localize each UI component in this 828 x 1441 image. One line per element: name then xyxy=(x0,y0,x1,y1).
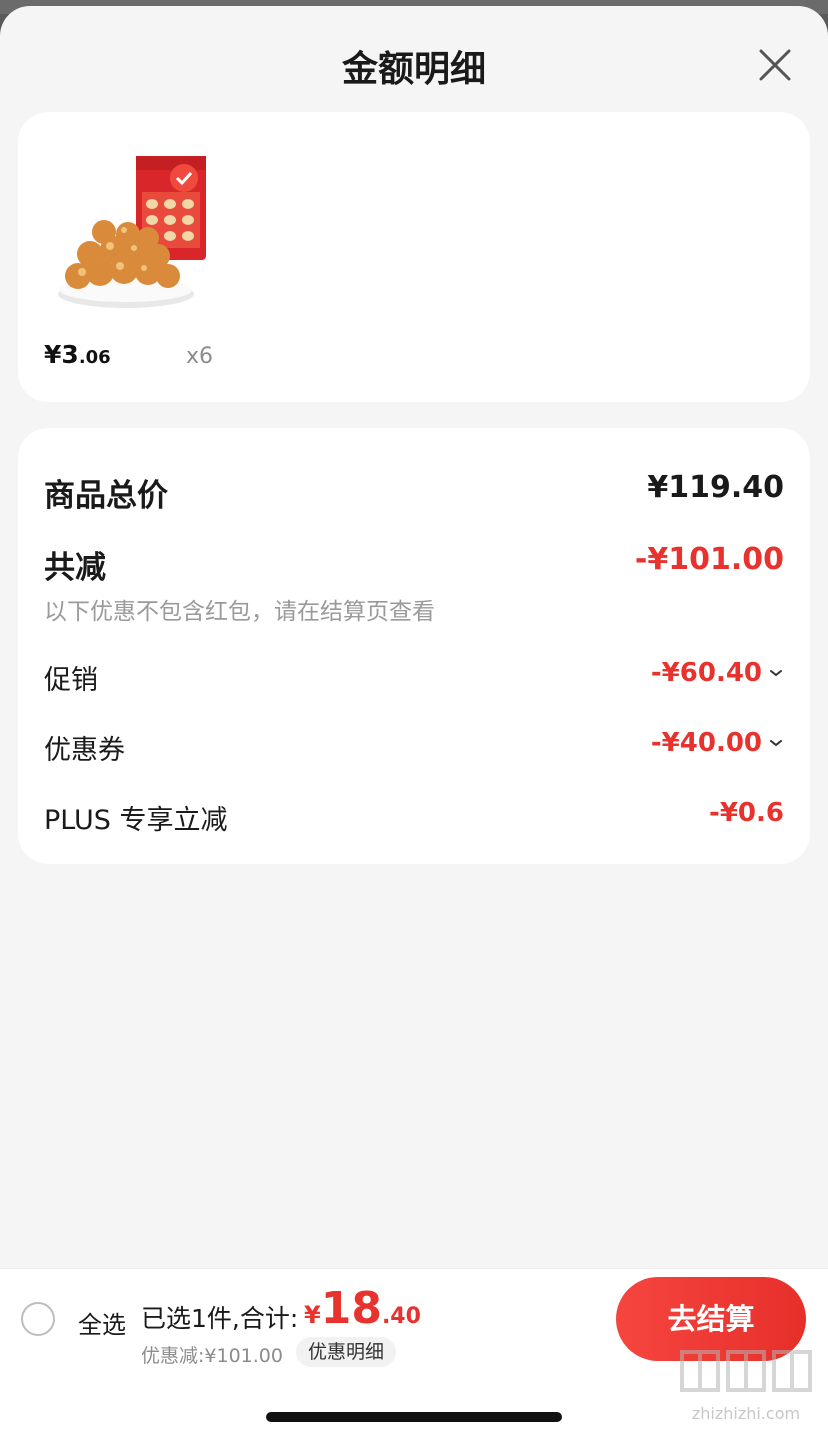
coupon-label: 优惠券 xyxy=(44,735,125,766)
coupon-value-wrap: -¥40.00 xyxy=(651,728,784,758)
promotion-row[interactable]: 促销 -¥60.40 xyxy=(44,658,784,698)
sheet-title: 金额明细 xyxy=(341,49,486,90)
watermark-logo-icon xyxy=(680,1350,812,1392)
promotion-value-wrap: -¥60.40 xyxy=(651,658,784,688)
price-decimal: .06 xyxy=(78,347,111,368)
plus-discount-row: PLUS 专享立减 -¥0.6 xyxy=(44,798,784,838)
selected-count-text: 已选1件,合计: xyxy=(141,1304,299,1333)
total-reduction-value: -¥101.00 xyxy=(634,542,784,577)
product-quantity: x6 xyxy=(186,344,214,369)
watermark-text: zhizhizhi.com xyxy=(691,1404,801,1423)
product-image[interactable] xyxy=(48,152,208,312)
sum-integer: 18 xyxy=(320,1283,382,1334)
plus-discount-label: PLUS 专享立减 xyxy=(44,805,228,836)
watermark: zhizhizhi.com xyxy=(676,1346,816,1423)
total-price-value: ¥119.40 xyxy=(647,470,784,505)
price-summary-card: 商品总价 ¥119.40 共减 -¥101.00 以下优惠不包含红包，请在结算页… xyxy=(18,428,810,864)
sum-decimal: .40 xyxy=(381,1304,421,1329)
promotion-value: -¥60.40 xyxy=(650,658,762,688)
product-card: ¥3.06 x6 xyxy=(18,112,810,402)
discount-summary: 优惠减:¥101.00 xyxy=(141,1345,283,1367)
coupon-value: -¥40.00 xyxy=(650,728,762,758)
discount-detail-button[interactable]: 优惠明细 xyxy=(296,1337,397,1367)
plus-discount-value: -¥0.6 xyxy=(709,798,784,828)
select-all-label[interactable]: 全选 xyxy=(78,1305,126,1340)
select-all-checkbox[interactable] xyxy=(21,1302,55,1336)
close-button[interactable] xyxy=(752,42,798,88)
home-indicator[interactable] xyxy=(266,1412,562,1422)
total-price-label: 商品总价 xyxy=(44,478,168,514)
chevron-down-icon[interactable] xyxy=(768,735,784,751)
total-reduction-label: 共减 xyxy=(44,550,106,586)
close-icon xyxy=(759,49,791,81)
promotion-label: 促销 xyxy=(44,665,98,696)
price-currency: ¥ xyxy=(44,340,62,369)
chevron-down-icon[interactable] xyxy=(768,665,784,681)
sum-currency: ¥ xyxy=(304,1301,321,1329)
product-price: ¥3.06 xyxy=(44,340,111,369)
amount-detail-sheet: 金额明细 ¥3.06 x6 商品总价 ¥119.40 共减 -¥101.00 以… xyxy=(0,6,828,1441)
price-integer: 3 xyxy=(61,340,79,369)
reduction-note: 以下优惠不包含红包，请在结算页查看 xyxy=(44,599,435,625)
coupon-row[interactable]: 优惠券 -¥40.00 xyxy=(44,728,784,768)
total-sum: ¥18.40 xyxy=(304,1283,421,1334)
